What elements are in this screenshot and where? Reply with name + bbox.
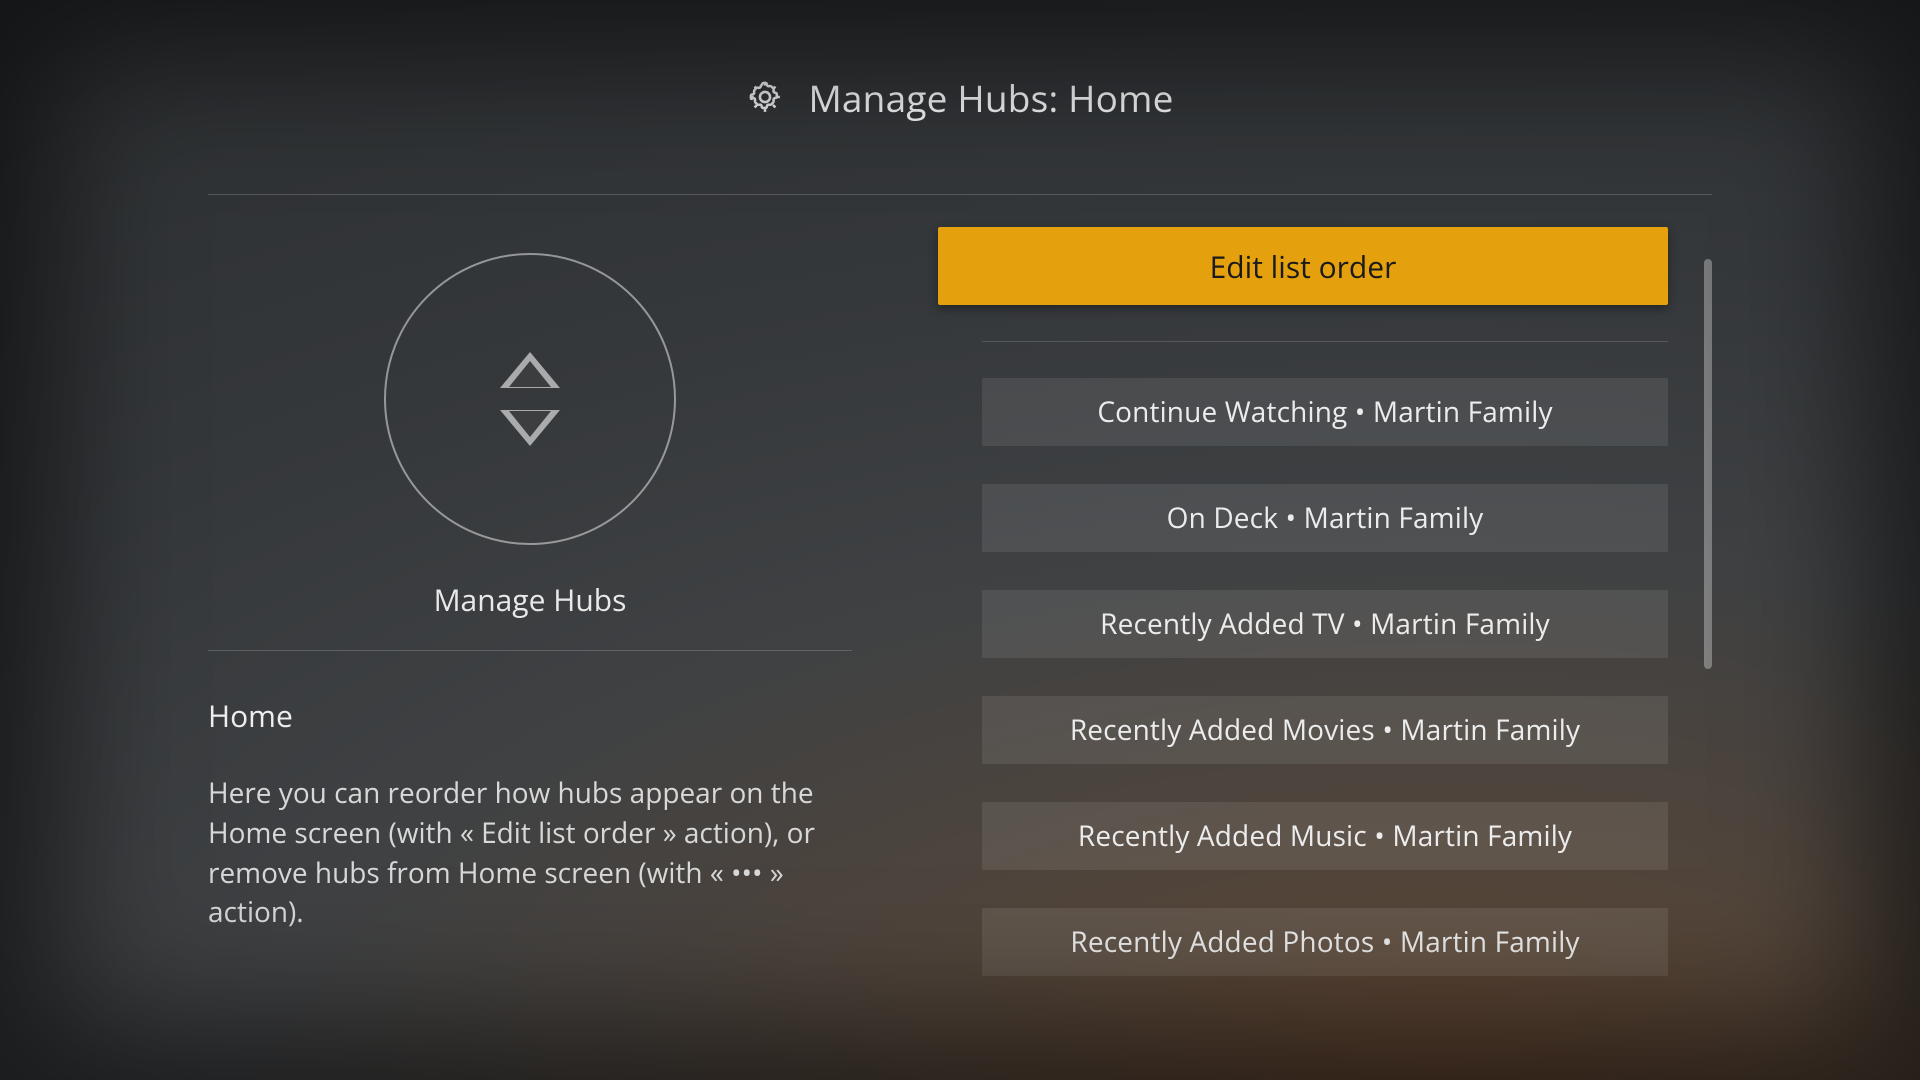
edit-list-order-label: Edit list order: [1210, 246, 1397, 287]
right-panel: Edit list order Continue Watching • Mart…: [938, 195, 1712, 1080]
hub-item[interactable]: Recently Added Movies • Martin Family: [982, 696, 1668, 764]
page-title: Manage Hubs: Home: [808, 72, 1173, 123]
hub-item[interactable]: Recently Added Music • Martin Family: [982, 802, 1668, 870]
left-divider: [208, 650, 852, 651]
page-header: Manage Hubs: Home: [208, 0, 1712, 194]
hub-item[interactable]: Recently Added TV • Martin Family: [982, 590, 1668, 658]
hub-item-label: Recently Added Music • Martin Family: [1078, 817, 1572, 855]
reorder-icon: [384, 253, 676, 545]
gear-icon: [746, 78, 784, 116]
chevron-down-icon: [500, 410, 560, 446]
hub-list: Continue Watching • Martin Family On Deck…: [938, 378, 1668, 976]
hub-item[interactable]: Recently Added Photos • Martin Family: [982, 908, 1668, 976]
edit-list-order-button[interactable]: Edit list order: [938, 227, 1668, 305]
badge-label: Manage Hubs: [434, 579, 627, 620]
section-description: Here you can reorder how hubs appear on …: [208, 774, 828, 933]
hub-item[interactable]: On Deck • Martin Family: [982, 484, 1668, 552]
hub-item[interactable]: Continue Watching • Martin Family: [982, 378, 1668, 446]
hub-item-label: Recently Added Photos • Martin Family: [1070, 923, 1579, 961]
scrollbar[interactable]: [1704, 259, 1712, 669]
hub-item-label: Continue Watching • Martin Family: [1097, 393, 1552, 431]
hub-item-label: On Deck • Martin Family: [1167, 499, 1484, 537]
section-title: Home: [208, 695, 852, 736]
list-divider: [982, 341, 1668, 342]
hub-item-label: Recently Added TV • Martin Family: [1100, 605, 1550, 643]
chevron-up-icon: [500, 352, 560, 388]
hub-item-label: Recently Added Movies • Martin Family: [1070, 711, 1580, 749]
left-panel: Manage Hubs Home Here you can reorder ho…: [208, 195, 852, 1080]
